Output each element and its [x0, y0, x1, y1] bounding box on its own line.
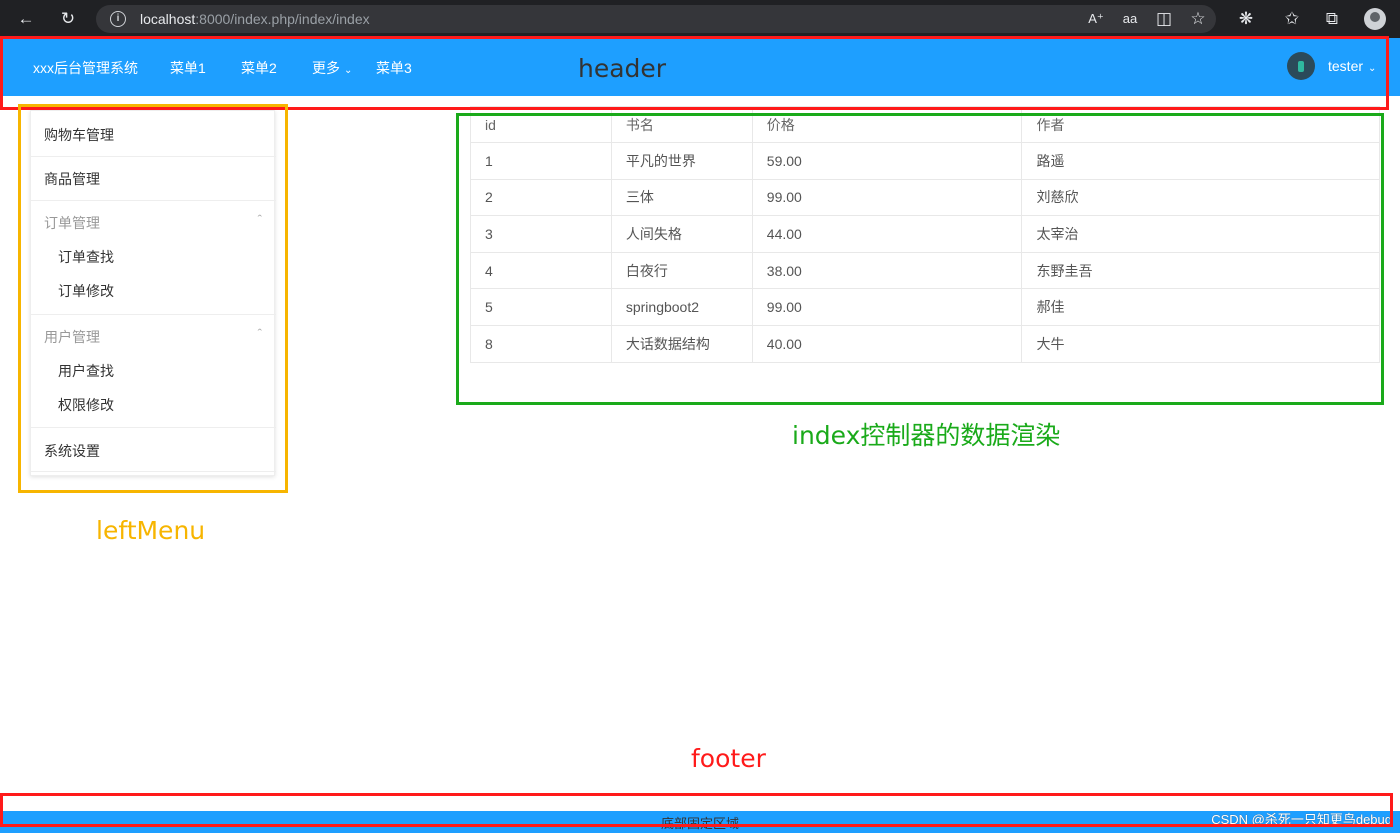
profile-avatar[interactable]: [1364, 8, 1386, 30]
leftmenu-annotation-label: leftMenu: [96, 516, 206, 545]
header-annotation-box: [0, 36, 1389, 110]
footer-annotation-box: [0, 793, 1393, 827]
content-annotation-label: index控制器的数据渲染: [792, 421, 1061, 450]
url-text[interactable]: localhost:8000/index.php/index/index: [140, 11, 370, 27]
split-screen-icon[interactable]: ◫: [1154, 9, 1174, 29]
read-aloud-icon[interactable]: A⁺: [1086, 9, 1106, 29]
header-annotation-label: header: [578, 54, 667, 83]
reload-icon[interactable]: ↻: [58, 9, 78, 29]
content-annotation-box: [456, 113, 1384, 405]
extensions-icon[interactable]: ❋: [1236, 9, 1256, 29]
back-arrow-icon[interactable]: ←: [16, 9, 36, 29]
browser-toolbar: ← ↻ i localhost:8000/index.php/index/ind…: [0, 0, 1400, 38]
footer-annotation-label: footer: [691, 744, 766, 773]
favorites-icon[interactable]: ✩: [1282, 9, 1302, 29]
translate-icon[interactable]: aа: [1120, 9, 1140, 29]
add-favorite-icon[interactable]: ☆: [1188, 9, 1208, 29]
collections-icon[interactable]: ⧉: [1322, 9, 1342, 29]
site-info-icon[interactable]: i: [110, 11, 126, 27]
leftmenu-annotation-box: [18, 104, 288, 493]
address-bar[interactable]: i localhost:8000/index.php/index/index: [96, 5, 1216, 33]
